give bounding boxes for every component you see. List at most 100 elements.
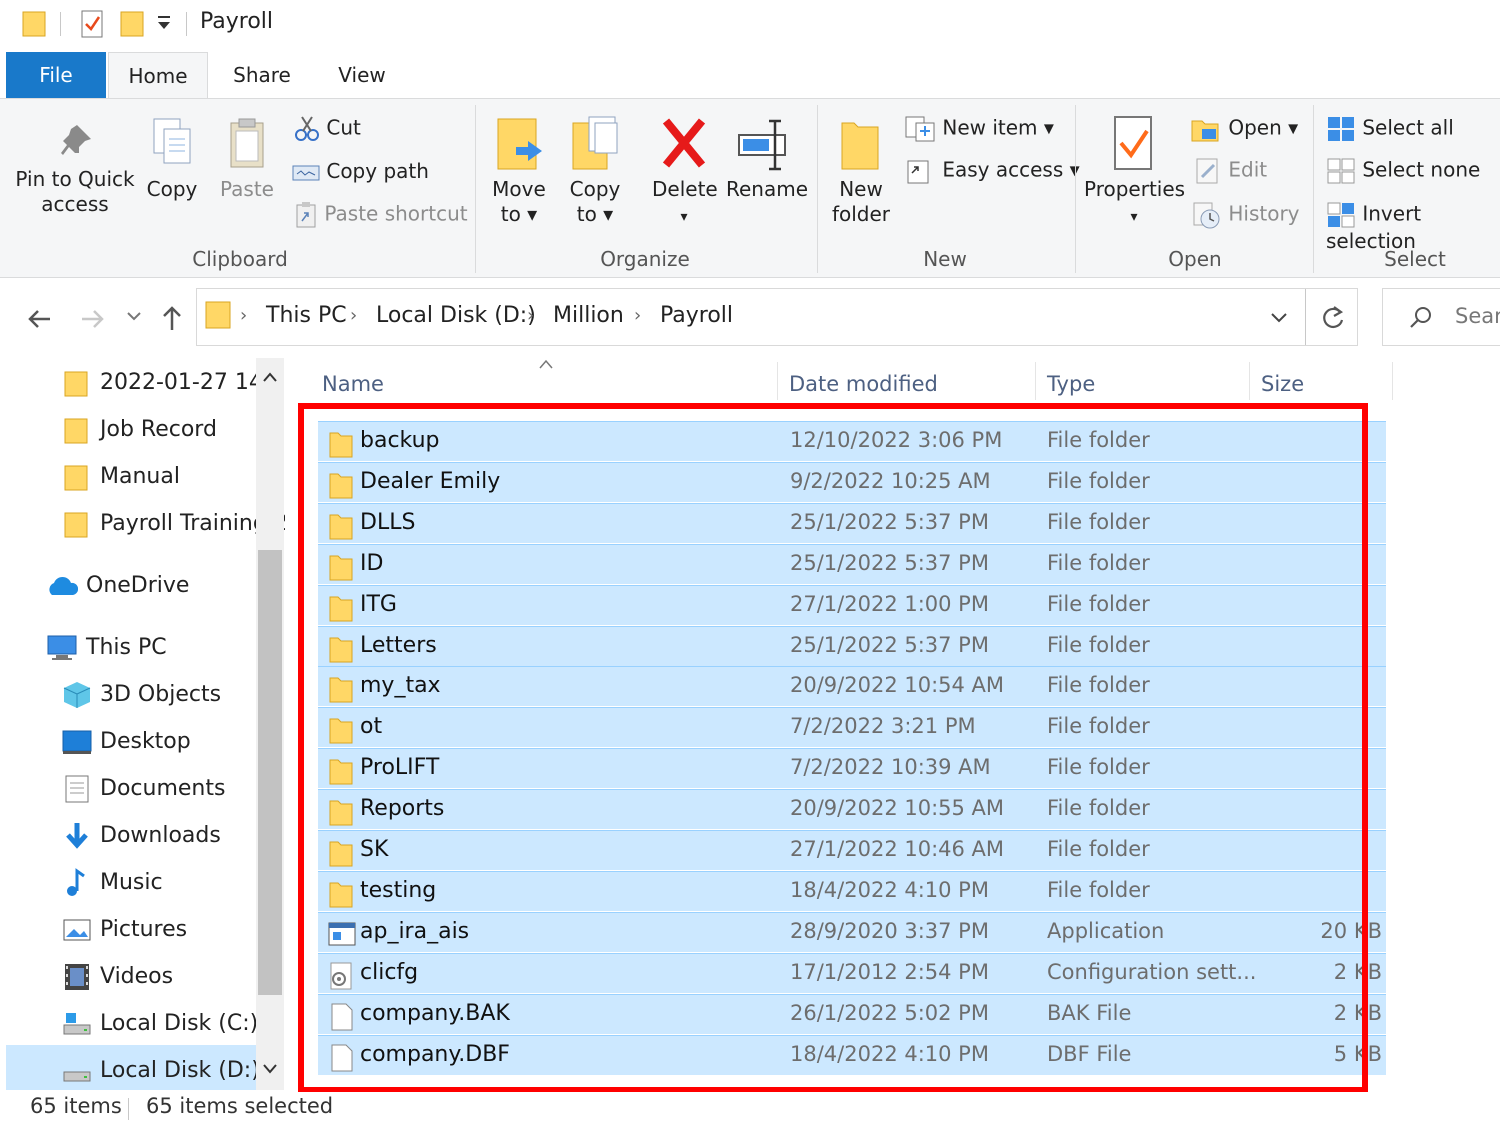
column-divider[interactable] [1035, 362, 1036, 400]
tab-view[interactable]: View [312, 52, 412, 99]
file-type: File folder [1047, 796, 1150, 821]
open-button[interactable]: Open ▾ [1190, 115, 1298, 143]
tab-home[interactable]: Home [108, 52, 208, 99]
file-name: ITG [360, 591, 397, 617]
edit-button[interactable]: Edit [1194, 157, 1267, 185]
folder-icon[interactable] [22, 8, 48, 38]
file-row[interactable]: testing 18/4/2022 4:10 PM File folder [318, 870, 1386, 911]
move-to-label-2: to ▾ [500, 202, 538, 226]
column-header-size[interactable]: Size [1261, 372, 1304, 396]
file-row[interactable]: ProLIFT 7/2/2022 10:39 AM File folder [318, 748, 1386, 789]
file-row[interactable]: backup 12/10/2022 3:06 PM File folder [318, 421, 1386, 461]
folder-icon [329, 514, 353, 540]
breadcrumb-separator[interactable]: › [240, 305, 247, 326]
file-row[interactable]: DLLS 25/1/2022 5:37 PM File folder [318, 502, 1386, 543]
computer-icon [47, 635, 77, 660]
file-row[interactable]: Reports 20/9/2022 10:55 AM File folder [318, 789, 1386, 830]
scissors-icon [295, 116, 319, 141]
nav-item-label: Pictures [100, 917, 188, 942]
history-button[interactable]: History [1192, 201, 1300, 229]
address-dropdown-chevron-icon[interactable] [1270, 310, 1288, 326]
select-none-button[interactable]: Select none [1326, 157, 1480, 185]
breadcrumb-separator[interactable]: › [527, 305, 534, 326]
file-type: File folder [1047, 632, 1150, 657]
file-row[interactable]: ap_ira_ais 28/9/2020 3:37 PM Application 20… [318, 911, 1386, 952]
address-bar[interactable] [196, 288, 1358, 346]
file-name: SK [360, 837, 389, 862]
properties-dropdown-icon[interactable]: ▾ [1130, 209, 1137, 225]
file-row[interactable]: Dealer Emily 9/2/2022 10:25 AM File folder [318, 461, 1386, 502]
delete-dropdown-icon[interactable]: ▾ [680, 209, 687, 225]
file-row[interactable]: ITG 27/1/2022 1:00 PM File folder [318, 584, 1386, 625]
move-to-button[interactable]: Move to ▾ [490, 115, 548, 227]
rename-button[interactable]: Rename [726, 115, 808, 202]
up-arrow-icon[interactable] [160, 304, 184, 332]
file-row[interactable]: Letters 25/1/2022 5:37 PM File folder [318, 625, 1386, 666]
file-type: File folder [1047, 877, 1150, 902]
pin-to-quick-access-button[interactable]: Pin to Quick access [14, 121, 136, 217]
file-type: File folder [1047, 468, 1150, 493]
invert-selection-button[interactable]: Invert selection [1326, 201, 1500, 254]
search-box[interactable]: Search [1382, 288, 1500, 346]
recent-locations-chevron-icon[interactable] [126, 310, 142, 324]
file-row[interactable]: clicfg 17/1/2012 2:54 PM Configuration set… [318, 952, 1386, 993]
paste-shortcut-button[interactable]: Paste shortcut [294, 201, 468, 229]
breadcrumb-million[interactable]: Million [553, 303, 624, 328]
copy-path-icon [292, 165, 320, 180]
breadcrumb-local-disk-d[interactable]: Local Disk (D:) [376, 303, 536, 328]
properties-button[interactable]: Properties ▾ [1084, 113, 1185, 230]
breadcrumb-separator[interactable]: › [350, 305, 357, 326]
easy-access-button[interactable]: Easy access ▾ [904, 157, 1080, 185]
folder-icon [205, 301, 231, 329]
breadcrumb-this-pc[interactable]: This PC [266, 303, 347, 328]
pin-icon [61, 125, 91, 155]
file-row[interactable]: SK 27/1/2022 10:46 AM File folder [318, 830, 1386, 870]
customize-toolbar-icon[interactable] [156, 14, 172, 32]
separator [60, 12, 61, 36]
file-row[interactable]: company.DBF 18/4/2022 4:10 PM DBF File 5 KB [318, 1034, 1386, 1075]
forward-arrow-icon[interactable] [80, 306, 106, 332]
cut-button[interactable]: Cut [294, 115, 361, 143]
breadcrumb-separator[interactable]: › [634, 305, 641, 326]
delete-button[interactable]: Delete ▾ [652, 115, 718, 230]
column-header-date-modified[interactable]: Date modified [789, 372, 938, 396]
scroll-up-arrow-icon[interactable] [262, 370, 278, 384]
file-row[interactable]: ot 7/2/2022 3:21 PM File folder [318, 707, 1386, 748]
file-row[interactable]: company.BAK 26/1/2022 5:02 PM BAK File 2 KB [318, 993, 1386, 1034]
new-item-button[interactable]: New item ▾ [904, 115, 1054, 143]
column-header-type[interactable]: Type [1047, 372, 1095, 396]
new-folder-icon[interactable] [120, 8, 146, 38]
paste-button[interactable]: Paste [218, 115, 276, 202]
select-none-label: Select none [1362, 157, 1481, 182]
tab-file[interactable]: File [6, 52, 106, 99]
nav-item-label: OneDrive [86, 573, 190, 598]
copy-path-button[interactable]: Copy path [292, 159, 429, 184]
edit-icon [1196, 158, 1218, 184]
breadcrumb-payroll[interactable]: Payroll [660, 303, 733, 328]
file-row[interactable]: ID 25/1/2022 5:37 PM File folder [318, 543, 1386, 584]
file-type: File folder [1047, 714, 1150, 739]
new-folder-button[interactable]: New folder [830, 115, 892, 227]
file-type: File folder [1047, 428, 1150, 452]
status-selected-count: 65 items selected [146, 1094, 334, 1118]
group-label-new: New [923, 247, 967, 271]
nav-scrollbar-thumb[interactable] [258, 550, 282, 995]
file-name: company.DBF [360, 1041, 510, 1067]
column-divider[interactable] [1249, 362, 1250, 400]
file-row[interactable]: my_tax 20/9/2022 10:54 AM File folder [318, 666, 1386, 707]
copy-to-label-1: Copy [569, 177, 621, 201]
folder-icon [329, 637, 353, 662]
tab-share[interactable]: Share [212, 52, 312, 99]
column-header-name[interactable]: Name [322, 372, 384, 396]
new-folder-icon [841, 122, 879, 170]
copy-to-button[interactable]: Copy to ▾ [566, 115, 624, 227]
back-arrow-icon[interactable] [26, 306, 52, 332]
column-divider[interactable] [777, 362, 778, 400]
nav-item-label: This PC [86, 635, 167, 660]
select-all-button[interactable]: Select all [1326, 115, 1454, 143]
properties-check-icon[interactable] [80, 8, 106, 40]
refresh-icon[interactable] [1320, 304, 1346, 332]
column-divider[interactable] [1392, 362, 1393, 400]
scroll-down-arrow-icon[interactable] [262, 1062, 278, 1076]
copy-button[interactable]: Copy [143, 115, 201, 202]
